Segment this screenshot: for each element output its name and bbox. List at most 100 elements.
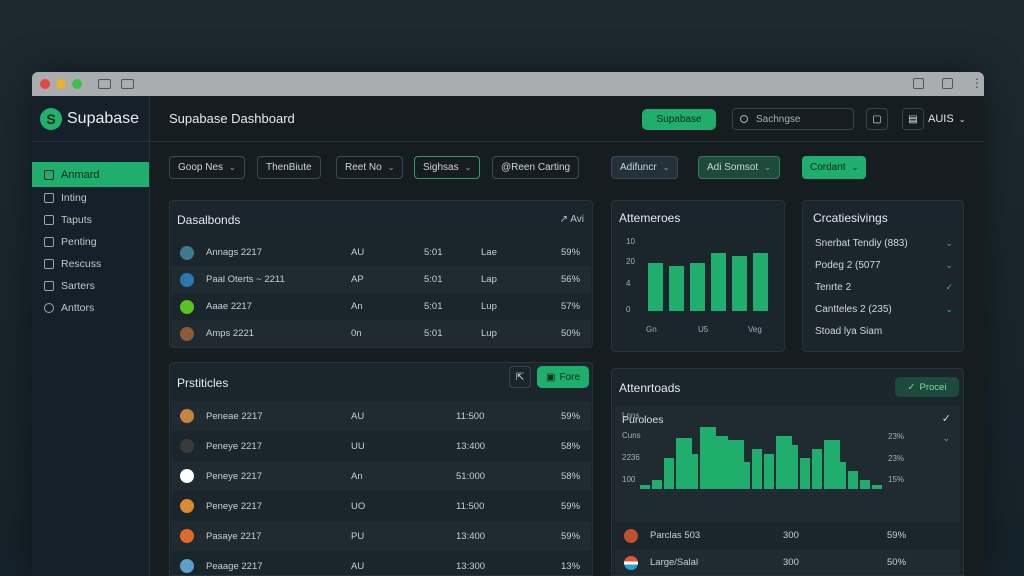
sidebar-item-label: Taputs: [61, 214, 92, 226]
user-name: AUIS: [928, 113, 954, 125]
row-code: UU: [351, 440, 365, 452]
table-row[interactable]: Pasaye 2217 PU 13:400 59%: [171, 521, 591, 551]
row-pct: 13%: [561, 560, 581, 572]
avatar: [180, 469, 194, 483]
avatar: [180, 299, 194, 314]
chart-bar: [752, 449, 762, 489]
table-row[interactable]: Annags 2217 AU 5:01 Lae 59%: [171, 239, 591, 266]
list-item[interactable]: Cantteles 2 (235) ⌄: [815, 304, 953, 315]
panel-title: Prstiticles: [177, 376, 229, 390]
y-tick-label: 0: [626, 305, 631, 314]
row-pct: 50%: [887, 557, 907, 568]
row-code: An: [351, 301, 363, 312]
row-value: 13:300: [456, 560, 486, 572]
sidebar-toggle-icon[interactable]: [98, 79, 111, 89]
row-name: Large/Salal: [650, 557, 699, 568]
filter-label: Adi Somsot: [707, 162, 759, 173]
row-value: 300: [783, 557, 799, 568]
sidebar-item-taputs[interactable]: Taputs: [32, 209, 149, 231]
crcatiesivings-panel: Crcatiesivings Snerbat Tendiy (883) ⌄ Pod…: [802, 200, 964, 352]
table-row[interactable]: Peneae 2217 AU 11:500 59%: [171, 401, 591, 431]
maximize-dot[interactable]: [72, 79, 82, 89]
row-name: Peneae 2217: [206, 410, 263, 422]
filter-adisomsot[interactable]: Adi Somsot ⌄: [698, 156, 780, 179]
chart-bar: [688, 453, 698, 489]
sidebar-item-anttors[interactable]: Anttors: [32, 297, 149, 319]
list-item-label: Cantteles 2 (235): [815, 304, 892, 315]
list-item[interactable]: Podeg 2 (5077 ⌄: [815, 260, 953, 271]
minimize-dot[interactable]: [56, 79, 66, 89]
tab-icon[interactable]: [121, 79, 134, 89]
row-name: Annags 2217: [206, 247, 262, 258]
search-input[interactable]: Sachngse: [732, 108, 854, 130]
table-row[interactable]: Peneye 2217 An 51:000 58%: [171, 461, 591, 491]
collapse-button[interactable]: ⇱: [509, 366, 531, 388]
filter-label: Sighsas: [423, 162, 459, 173]
list-item[interactable]: Tenrte 2 ✓: [815, 282, 953, 293]
panel-title: Crcatiesivings: [813, 211, 888, 225]
filter-sighsas[interactable]: Sighsas ⌄: [414, 156, 481, 179]
row-code: UO: [351, 500, 366, 512]
y-tick-label: 4: [626, 279, 631, 288]
row-value: 300: [783, 530, 799, 541]
button-label: Fore: [559, 371, 580, 383]
chevron-icon: ⌄: [945, 260, 953, 270]
table-row[interactable]: Peneye 2217 UU 13:400 58%: [171, 431, 591, 461]
panel-action[interactable]: ↗ Avi: [560, 214, 584, 225]
filter-adifuncr[interactable]: Adifuncr ⌄: [611, 156, 679, 179]
chevron-icon: ⌄: [945, 304, 953, 314]
more-icon[interactable]: ⋮: [971, 77, 983, 89]
chart-bar: [812, 449, 822, 489]
table-row[interactable]: Large/Salal 300 50%: [615, 549, 960, 575]
sidebar-item-label: Inting: [61, 192, 87, 204]
table-row[interactable]: Aaae 2217 An 5:01 Lup 57%: [171, 293, 591, 320]
chart-bar: [640, 484, 650, 489]
table-row[interactable]: Parclas 503 300 59%: [615, 522, 960, 549]
row-code: 0n: [351, 328, 362, 339]
lock-button[interactable]: ▢: [866, 108, 888, 130]
sidebar-item-sarters[interactable]: Sarters: [32, 275, 149, 297]
y-tick-label: 15%: [888, 475, 905, 484]
user-menu[interactable]: ▤ AUIS ⌄: [902, 108, 965, 130]
avatar: [180, 245, 194, 260]
filter-cordant[interactable]: Cordant ⌄: [802, 156, 867, 179]
row-pct: 56%: [561, 274, 581, 285]
brand-name: Supabase: [67, 109, 140, 127]
filter-group[interactable]: Goop Nes ⌄: [169, 156, 245, 179]
x-tick-label: Veg: [748, 325, 762, 334]
panel-title: Dasalbonds: [177, 213, 241, 227]
chart-bar: [690, 263, 705, 311]
filter-thenbiute[interactable]: ThenBiute: [257, 156, 321, 179]
row-value: 11:500: [456, 410, 485, 422]
filter-label: @Reen Carting: [501, 162, 571, 173]
list-item[interactable]: Snerbat Tendiy (883) ⌄: [815, 238, 953, 249]
row-value: 11:500: [456, 500, 485, 512]
sidebar-item-penting[interactable]: Penting: [32, 231, 149, 253]
table-row[interactable]: Paal Oterts ~ 2211 AP 5:01 Lap 56%: [171, 266, 591, 293]
avatar: [180, 499, 194, 513]
y-tick-label: 10: [626, 237, 635, 246]
brand[interactable]: S Supabase: [32, 96, 149, 142]
sidebar-item-inting[interactable]: Inting: [32, 187, 149, 209]
filter-carting[interactable]: @Reen Carting: [492, 156, 580, 179]
chart-bar: [740, 462, 750, 489]
sidebar-item-rescuss[interactable]: Rescuss: [32, 253, 149, 275]
fore-button[interactable]: ▣ Fore: [537, 366, 589, 388]
y-tick-label: 23%: [888, 432, 905, 441]
attemeroes-panel: Attemeroes 10 20 4 0 Gn U5 Veg: [611, 200, 785, 352]
chart-bar: [753, 253, 768, 311]
table-row[interactable]: Peaage 2217 AU 13:300 13%: [171, 551, 591, 575]
filter-reet[interactable]: Reet No ⌄: [336, 156, 404, 179]
close-dot[interactable]: [40, 79, 50, 89]
chevron-down-icon: ⌄: [851, 163, 859, 172]
table-row[interactable]: Peneye 2217 UO 11:500 59%: [171, 491, 591, 521]
window-icon[interactable]: [913, 78, 924, 89]
supabase-button[interactable]: Supabase: [642, 109, 716, 130]
share-icon[interactable]: [942, 78, 953, 89]
chart-bar: [669, 266, 684, 311]
table-row[interactable]: Amps 2221 0n 5:01 Lup 50%: [171, 320, 591, 347]
chart-icon: [44, 237, 54, 247]
sidebar-item-active[interactable]: Anmard: [32, 162, 149, 187]
plus-icon: ▣: [545, 371, 556, 383]
list-item[interactable]: Stoad lya Siam: [815, 326, 953, 337]
